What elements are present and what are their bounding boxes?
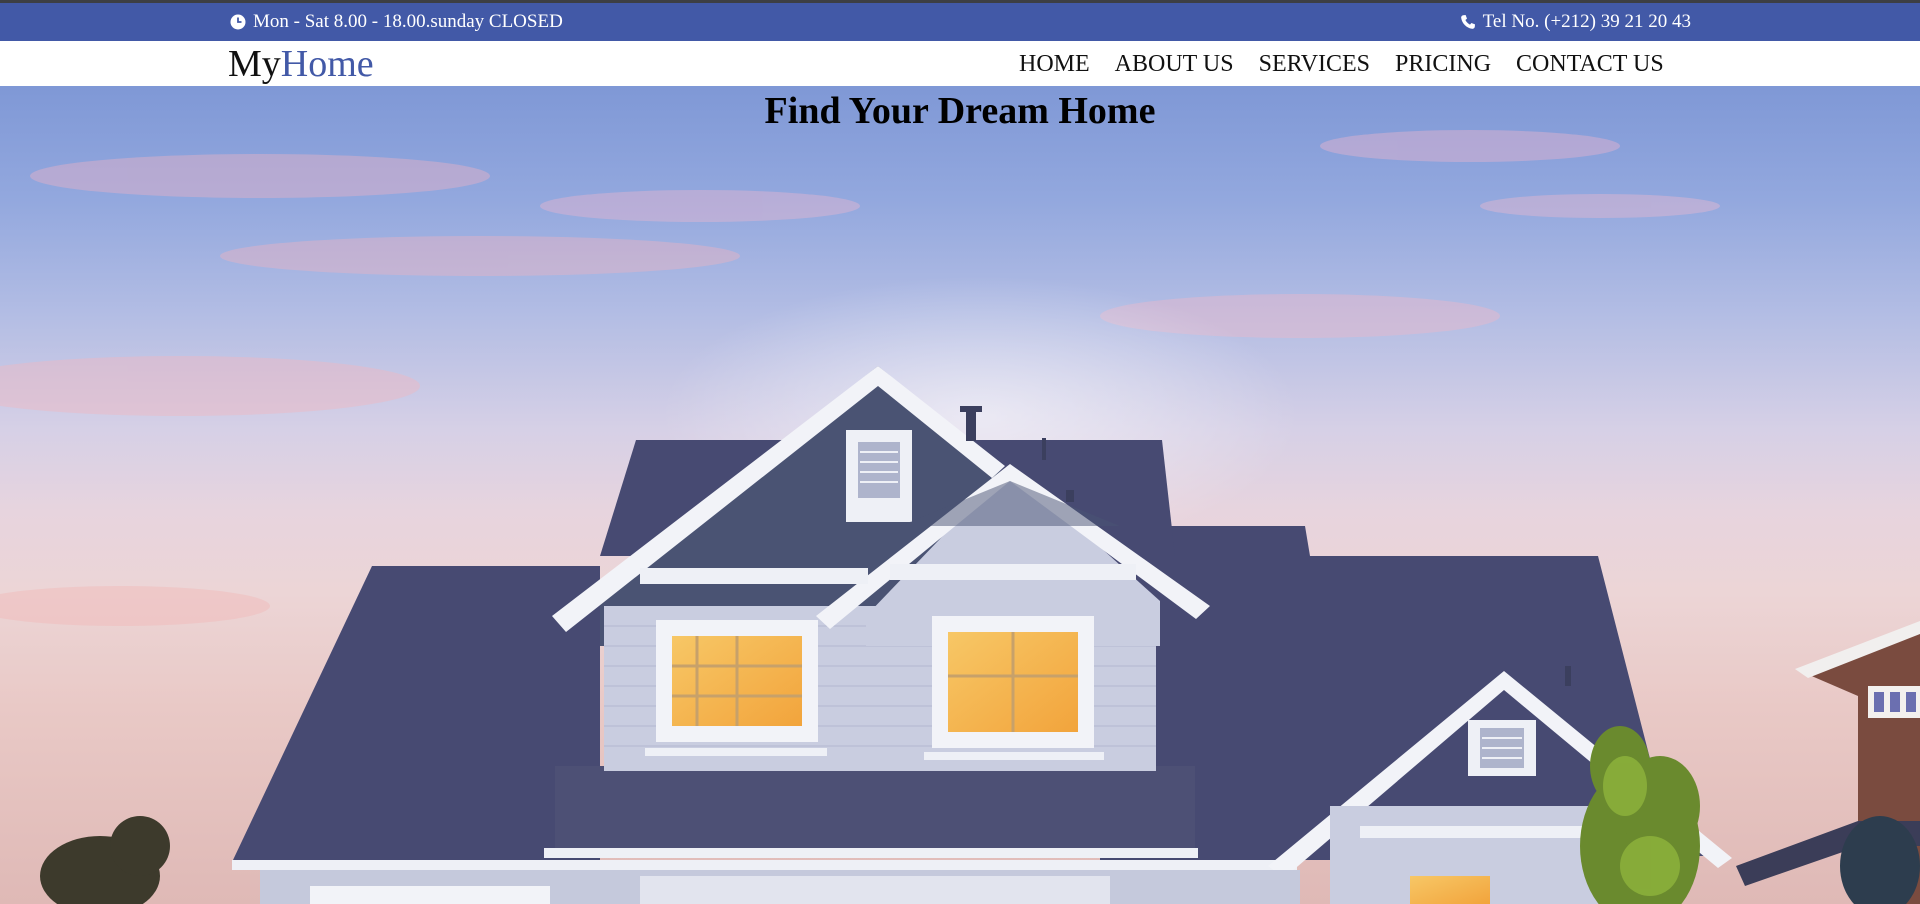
phone-icon — [1460, 14, 1476, 30]
logo-text-home: Home — [280, 43, 374, 85]
main-menu: HOME ABOUT US SERVICES PRICING CONTACT U… — [1019, 41, 1664, 86]
opening-hours-text: Mon - Sat 8.00 - 18.00.sunday CLOSED — [253, 11, 563, 32]
hero-title: Find Your Dream Home — [764, 90, 1156, 132]
clock-icon — [230, 14, 246, 30]
opening-hours: Mon - Sat 8.00 - 18.00.sunday CLOSED — [230, 11, 563, 33]
nav-home[interactable]: HOME — [1019, 49, 1090, 79]
top-info-bar: Mon - Sat 8.00 - 18.00.sunday CLOSED Tel… — [0, 3, 1920, 41]
phone-number[interactable]: Tel No. (+212) 39 21 20 43 — [1460, 11, 1691, 33]
site-logo[interactable]: MyHome — [228, 41, 374, 87]
main-navbar: MyHome HOME ABOUT US SERVICES PRICING CO… — [0, 41, 1920, 86]
phone-number-text: Tel No. (+212) 39 21 20 43 — [1482, 11, 1691, 32]
logo-text-my: My — [228, 43, 281, 85]
nav-services[interactable]: SERVICES — [1259, 49, 1370, 79]
house-at-dusk-image — [0, 130, 1920, 904]
nav-contact-us[interactable]: CONTACT US — [1516, 49, 1664, 79]
nav-about-us[interactable]: ABOUT US — [1115, 49, 1234, 79]
nav-pricing[interactable]: PRICING — [1395, 49, 1491, 79]
hero-section: Find Your Dream Home — [0, 86, 1920, 904]
